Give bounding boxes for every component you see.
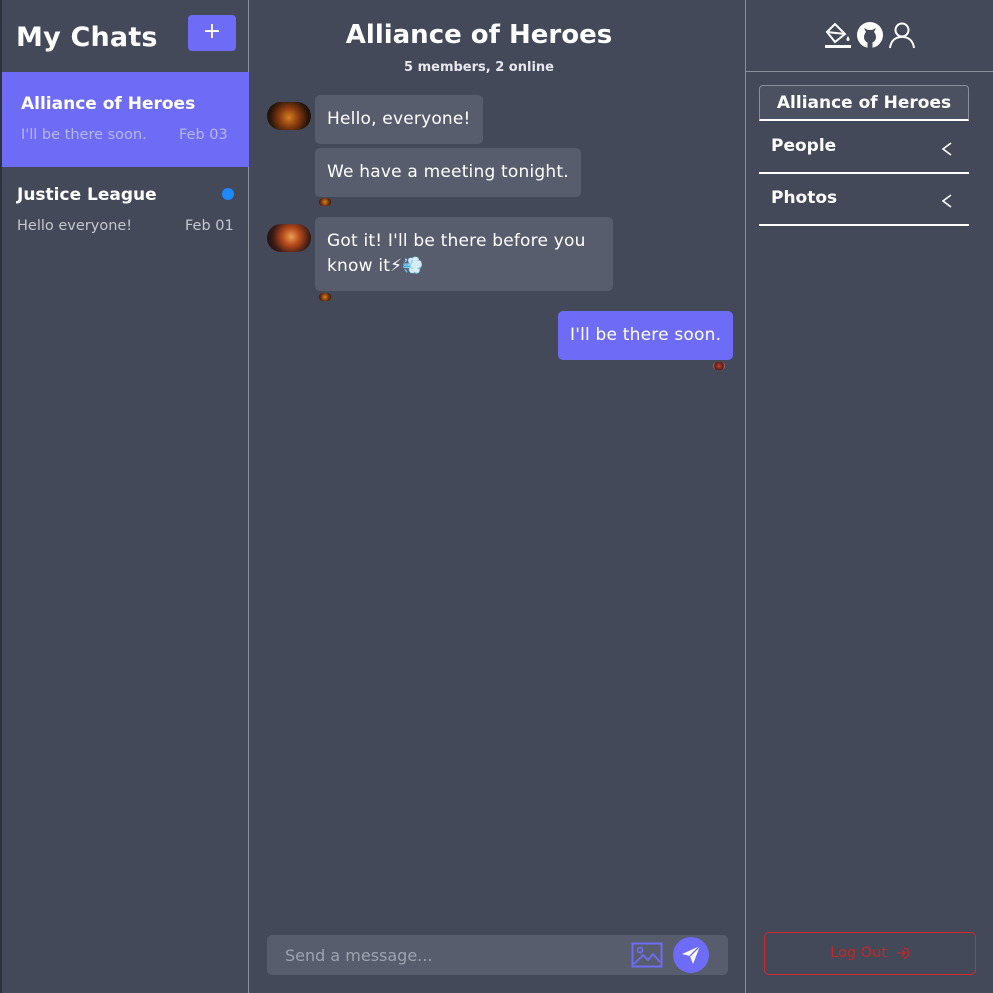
chevron-left-icon: [941, 142, 952, 156]
new-chat-button[interactable]: +: [188, 15, 236, 51]
message-input[interactable]: [267, 935, 617, 975]
chat-subtitle: 5 members, 2 online: [404, 60, 554, 75]
image-icon: [631, 942, 663, 968]
user-icon[interactable]: [887, 20, 917, 50]
chat-item-name: Justice League: [17, 185, 157, 205]
logout-label: Log Out: [830, 945, 888, 961]
message-bubble: Hello, everyone!: [315, 95, 483, 144]
panel-header: [746, 0, 993, 72]
paint-bucket-icon[interactable]: [823, 20, 853, 50]
logout-icon: [896, 947, 910, 959]
chat-list-sidebar: My Chats + Alliance of Heroes I'll be th…: [0, 0, 249, 993]
chat-item-justice-league[interactable]: Justice League Hello everyone! Feb 01: [2, 167, 249, 262]
chat-item-preview: Hello everyone!: [17, 218, 133, 234]
chat-item-preview: I'll be there soon.: [21, 127, 147, 143]
message-composer: [267, 935, 728, 975]
chevron-left-icon: [941, 194, 952, 208]
my-message-bubble: I'll be there soon.: [558, 311, 734, 360]
chat-title: Alliance of Heroes: [345, 20, 613, 50]
chat-item-date: Feb 03: [179, 127, 228, 143]
chat-details-panel: Alliance of Heroes People Photos Log Out: [746, 0, 993, 993]
send-icon: [682, 945, 701, 964]
chat-item-name: Alliance of Heroes: [21, 94, 196, 114]
photos-section-toggle[interactable]: Photos: [759, 174, 969, 226]
chat-item-date: Feb 01: [185, 218, 234, 234]
logout-button[interactable]: Log Out: [764, 932, 976, 975]
read-receipt-avatar: [713, 362, 725, 370]
group-name: Alliance of Heroes: [759, 85, 969, 121]
send-button[interactable]: [673, 937, 709, 973]
read-receipt-avatar: [319, 293, 331, 301]
message-bubble: We have a meeting tonight.: [315, 148, 581, 197]
section-label: Photos: [771, 188, 838, 208]
section-label: People: [771, 136, 837, 156]
message-bubble: Got it! I'll be there before you know it…: [315, 217, 613, 291]
read-receipt-avatar: [319, 198, 331, 206]
people-section-toggle[interactable]: People: [759, 122, 969, 174]
sender-avatar[interactable]: [267, 102, 311, 130]
chat-main: Alliance of Heroes 5 members, 2 online H…: [249, 0, 746, 993]
chat-app: My Chats + Alliance of Heroes I'll be th…: [0, 0, 993, 993]
sender-avatar[interactable]: [267, 224, 311, 252]
sidebar-title: My Chats: [16, 22, 158, 53]
unread-indicator: [222, 188, 234, 200]
attach-image-button[interactable]: [631, 942, 663, 968]
github-icon[interactable]: [855, 20, 885, 50]
chat-item-alliance-of-heroes[interactable]: Alliance of Heroes I'll be there soon. F…: [2, 72, 249, 167]
